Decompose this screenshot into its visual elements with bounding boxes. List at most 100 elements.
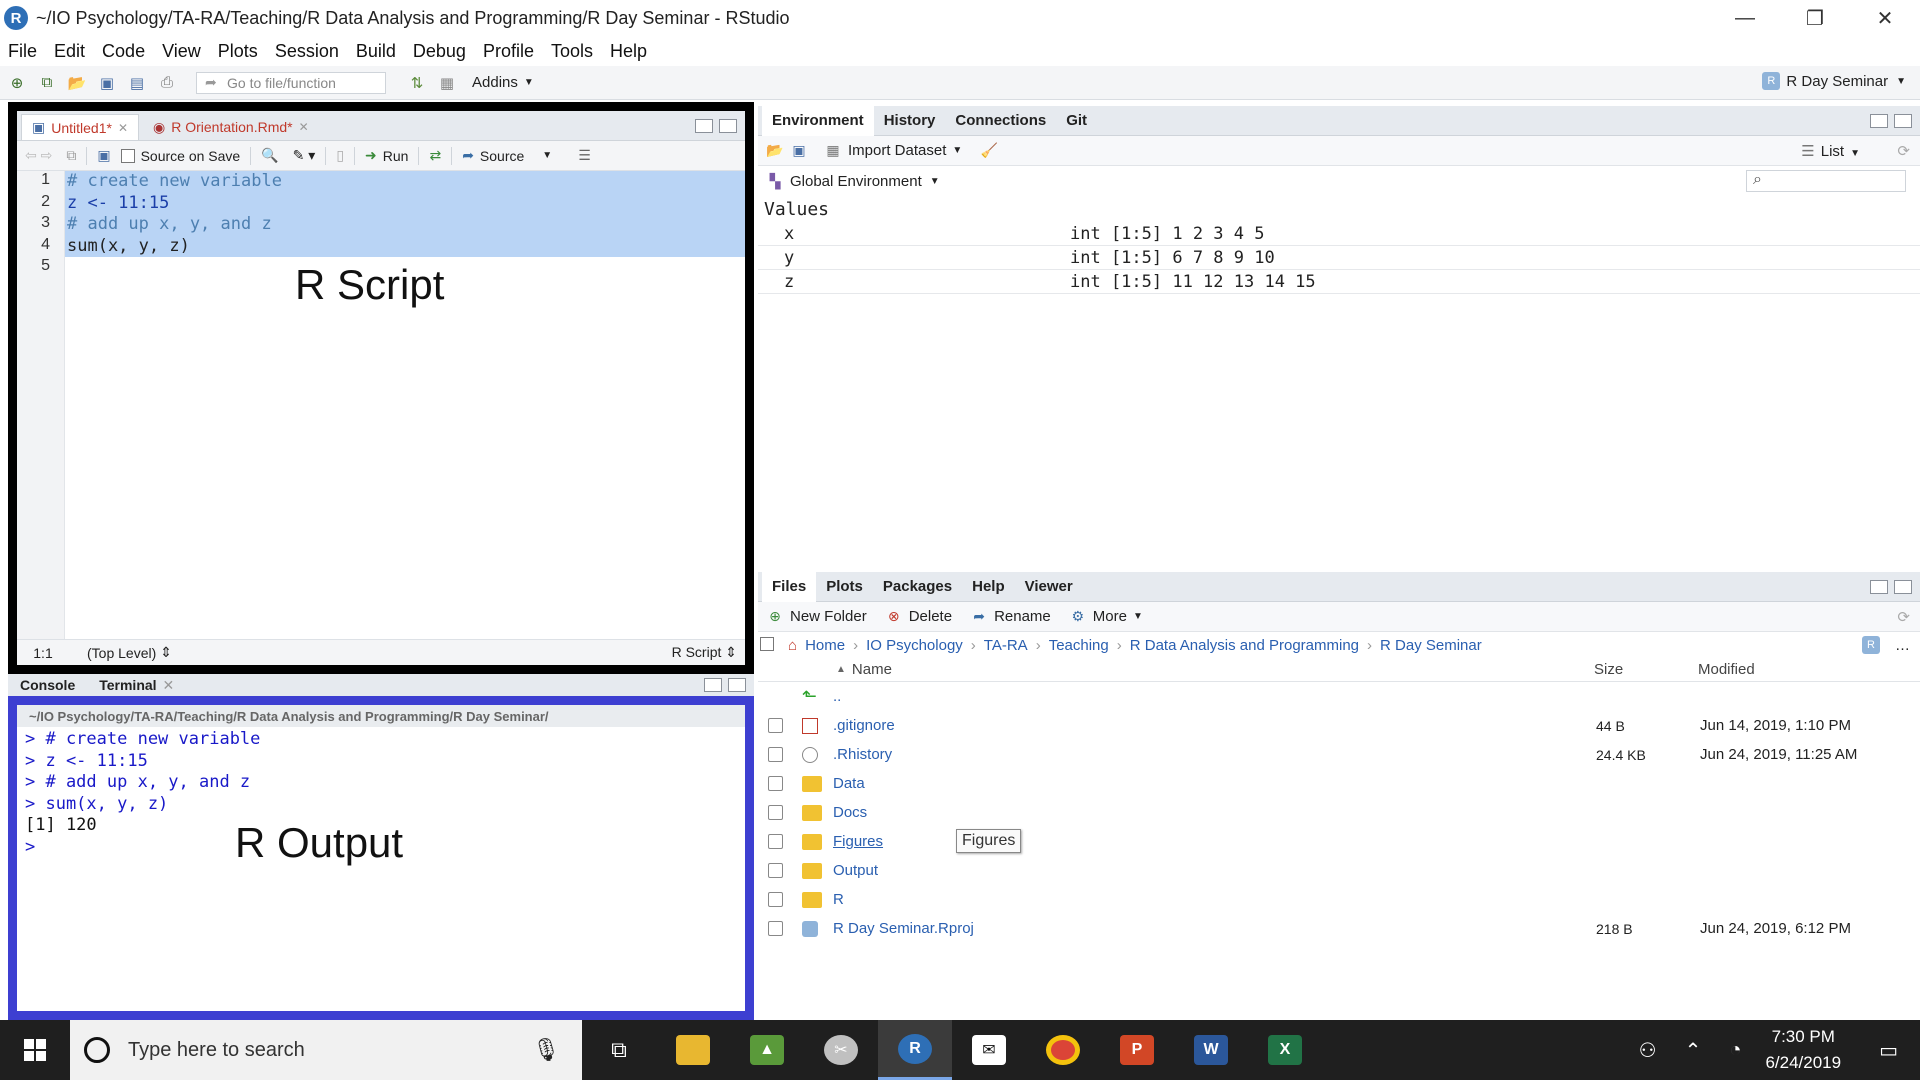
code-line[interactable]: # create new variable	[65, 171, 745, 193]
code-area[interactable]: # create new variable z <- 11:15 # add u…	[65, 171, 745, 639]
breadcrumb-item[interactable]: TA-RA	[984, 637, 1028, 654]
column-size[interactable]: Size	[1594, 661, 1623, 678]
menu-session[interactable]: Session	[275, 41, 339, 62]
maximize-pane-button[interactable]	[728, 678, 746, 692]
tab-console[interactable]: Console	[20, 677, 75, 693]
tab-untitled1[interactable]: ▣ Untitled1* ✕	[21, 114, 139, 140]
file-row[interactable]: Data	[758, 769, 1920, 798]
source-button[interactable]: Source	[480, 148, 524, 164]
minimize-pane-button[interactable]	[704, 678, 722, 692]
file-row[interactable]: R	[758, 885, 1920, 914]
taskbar-mail[interactable]: ✉	[952, 1020, 1026, 1080]
column-name[interactable]: Name	[852, 661, 892, 678]
project-menu[interactable]: R R Day Seminar ▼	[1762, 72, 1906, 90]
save-all-icon[interactable]: ▤	[126, 73, 148, 93]
microphone-icon[interactable]: 🎙	[532, 1037, 560, 1063]
file-row[interactable]: Output	[758, 856, 1920, 885]
close-button[interactable]: ✕	[1850, 0, 1920, 36]
rename-button[interactable]: ➦ Rename	[970, 608, 1051, 626]
go-to-project-icon[interactable]: R	[1862, 636, 1880, 654]
new-file-icon[interactable]: ⊕	[6, 73, 28, 93]
maximize-pane-button[interactable]	[1894, 114, 1912, 128]
wifi-icon[interactable]: ◔	[1729, 1039, 1741, 1062]
file-row[interactable]: .gitignore 44 B Jun 14, 2019, 1:10 PM	[758, 711, 1920, 740]
env-row[interactable]: z int [1:5] 11 12 13 14 15	[758, 270, 1920, 294]
file-row[interactable]: Docs	[758, 798, 1920, 827]
menu-view[interactable]: View	[162, 41, 201, 62]
refresh-icon[interactable]: ⟳	[1897, 608, 1910, 626]
people-icon[interactable]: ⚇	[1639, 1038, 1657, 1063]
taskbar-app[interactable]: ✂	[804, 1020, 878, 1080]
code-line[interactable]: z <- 11:15	[65, 193, 745, 215]
tab-terminal[interactable]: Terminal	[99, 677, 156, 693]
close-tab-icon[interactable]: ✕	[118, 121, 128, 135]
breadcrumb-item[interactable]: R Data Analysis and Programming	[1130, 637, 1359, 654]
load-workspace-icon[interactable]: 📂	[766, 142, 784, 160]
menu-code[interactable]: Code	[102, 41, 145, 62]
file-type-selector[interactable]: R Script ⇕	[672, 644, 737, 661]
minimize-pane-button[interactable]	[695, 119, 713, 133]
console-output[interactable]: ~/IO Psychology/TA-RA/Teaching/R Data An…	[8, 696, 754, 1020]
new-folder-button[interactable]: ⊕ New Folder	[766, 608, 867, 626]
taskbar-rstudio[interactable]: R	[878, 1020, 952, 1080]
chevron-down-icon[interactable]: ▼	[542, 150, 552, 161]
tab-r-orientation[interactable]: ◉ R Orientation.Rmd* ✕	[143, 114, 319, 140]
env-row[interactable]: x int [1:5] 1 2 3 4 5	[758, 222, 1920, 246]
taskbar-powerpoint[interactable]: P	[1100, 1020, 1174, 1080]
breadcrumb-item[interactable]: R Day Seminar	[1380, 637, 1482, 654]
tab-files[interactable]: Files	[762, 571, 817, 602]
more-menu[interactable]: ⚙ More ▼	[1069, 608, 1142, 626]
maximize-pane-button[interactable]	[719, 119, 737, 133]
save-icon[interactable]: ▣	[97, 147, 110, 164]
more-icon[interactable]: …	[1895, 637, 1910, 654]
file-row[interactable]: ⬑..	[758, 682, 1920, 711]
outline-icon[interactable]: ☰	[578, 147, 591, 164]
minimize-pane-button[interactable]	[1870, 580, 1888, 594]
tab-git[interactable]: Git	[1056, 106, 1097, 136]
show-in-window-icon[interactable]: ⧉	[66, 147, 76, 164]
menu-help[interactable]: Help	[610, 41, 647, 62]
magic-wand-icon[interactable]: ✎ ▾	[293, 147, 316, 164]
rerun-icon[interactable]: ⇄	[429, 147, 441, 164]
clear-broom-icon[interactable]: 🧹	[980, 142, 998, 160]
open-folder-icon[interactable]: 📂	[66, 73, 88, 93]
env-row[interactable]: y int [1:5] 6 7 8 9 10	[758, 246, 1920, 270]
maximize-button[interactable]: ❐	[1780, 0, 1850, 36]
search-icon[interactable]: 🔍	[261, 147, 278, 164]
back-forward-icon[interactable]: ⇦ ⇨	[25, 147, 52, 164]
code-line[interactable]: sum(x, y, z)	[65, 236, 745, 258]
list-view-menu[interactable]: ☰ List ▼	[1801, 142, 1860, 160]
file-row[interactable]: R Day Seminar.Rproj 218 B Jun 24, 2019, 6:…	[758, 914, 1920, 943]
print-icon[interactable]: ⎙	[156, 73, 178, 93]
tab-connections[interactable]: Connections	[945, 106, 1056, 136]
task-view-button[interactable]: ⧉	[582, 1020, 656, 1080]
close-tab-icon[interactable]: ✕	[163, 677, 175, 694]
pane-layout-icon[interactable]: ▦	[436, 73, 458, 93]
start-button[interactable]	[0, 1020, 70, 1080]
goto-file-input[interactable]: Go to file/function	[196, 71, 386, 94]
clock[interactable]: 7:30 PM 6/24/2019	[1765, 1024, 1841, 1076]
menu-debug[interactable]: Debug	[413, 41, 466, 62]
breadcrumb-item[interactable]: Teaching	[1049, 637, 1109, 654]
column-modified[interactable]: Modified	[1698, 661, 1755, 678]
tab-packages[interactable]: Packages	[873, 572, 962, 602]
breadcrumb-item[interactable]: IO Psychology	[866, 637, 963, 654]
menu-file[interactable]: File	[8, 41, 37, 62]
tab-history[interactable]: History	[874, 106, 946, 136]
save-icon[interactable]: ▣	[96, 73, 118, 93]
compile-icon[interactable]: ▯	[336, 147, 344, 164]
refresh-icon[interactable]: ⟳	[1897, 142, 1910, 160]
file-row[interactable]: Figures Figures	[758, 827, 1920, 856]
menu-profile[interactable]: Profile	[483, 41, 534, 62]
run-button[interactable]: Run	[383, 148, 409, 164]
addins-menu[interactable]: Addins	[472, 74, 518, 91]
scope-indicator[interactable]: (Top Level)	[87, 645, 156, 661]
menu-plots[interactable]: Plots	[218, 41, 258, 62]
source-on-save-checkbox[interactable]	[120, 148, 135, 163]
taskbar-chrome[interactable]	[1026, 1020, 1100, 1080]
notifications-icon[interactable]: ▭	[1879, 1038, 1898, 1063]
environment-search-input[interactable]	[1746, 170, 1906, 192]
menu-tools[interactable]: Tools	[551, 41, 593, 62]
taskbar-excel[interactable]: X	[1248, 1020, 1322, 1080]
code-line[interactable]: # add up x, y, and z	[65, 214, 745, 236]
